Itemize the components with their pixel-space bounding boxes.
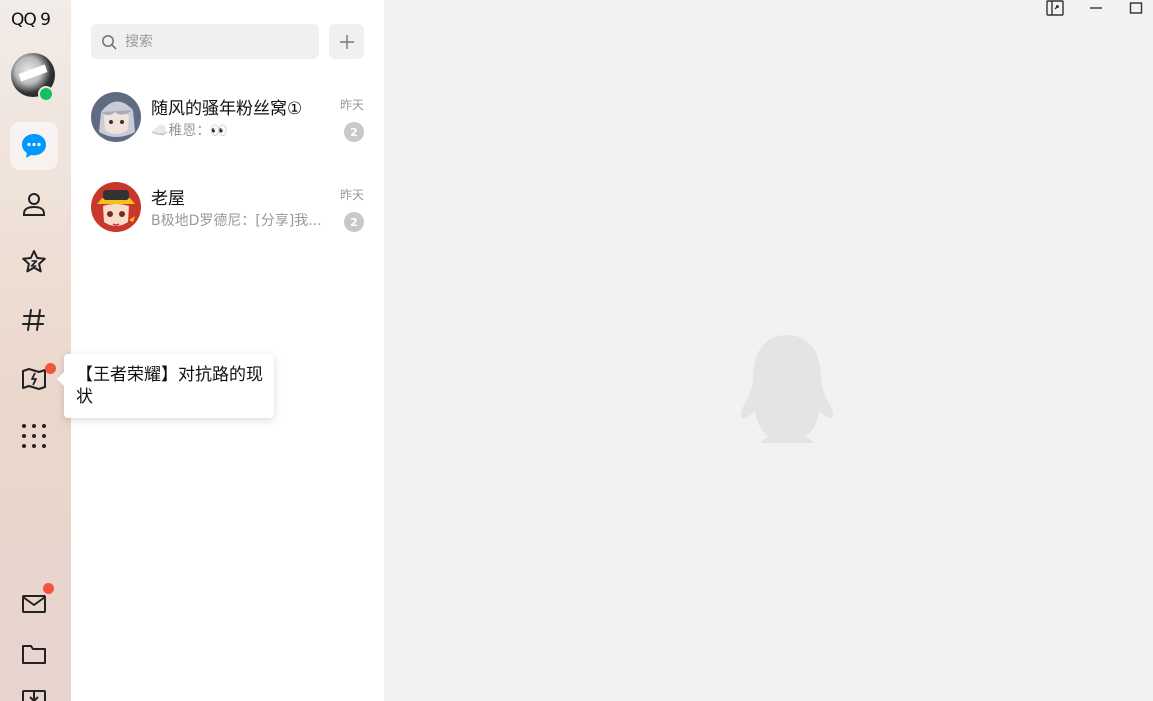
nav-rail: QQ 9 (0, 0, 71, 701)
conversation-last-message: B极地D罗德尼：[分享]我... (151, 213, 322, 229)
nav-messages-button[interactable] (10, 122, 58, 170)
search-input[interactable] (123, 32, 307, 51)
online-status-dot (38, 86, 54, 102)
plus-icon (339, 34, 354, 49)
conversation-item[interactable]: 随风的骚年粉丝窝① 昨天 ☁️稚恩：👀 2 (71, 80, 384, 170)
person-icon (23, 193, 45, 216)
conversation-name: 随风的骚年粉丝窝① (151, 99, 303, 119)
add-button[interactable] (329, 24, 364, 59)
chat-bubble-icon (22, 134, 46, 158)
conversation-item[interactable]: 老屋 昨天 B极地D罗德尼：[分享]我... 2 (71, 170, 384, 260)
nav-channels-button[interactable] (10, 296, 58, 344)
mail-notify-dot (43, 583, 54, 594)
maximize-icon (1129, 2, 1143, 14)
folder-icon (22, 645, 46, 664)
conversation-list-panel: 随风的骚年粉丝窝① 昨天 ☁️稚恩：👀 2 老屋 昨天 B极地D罗德尼：[分享]… (71, 0, 384, 701)
star-icon (22, 250, 46, 273)
conversation-name: 老屋 (151, 189, 185, 209)
nav-games-button[interactable] (10, 354, 58, 402)
games-notify-dot (45, 363, 56, 374)
pin-window-button[interactable] (1044, 0, 1066, 16)
conversation-time: 昨天 (339, 98, 364, 112)
maximize-button[interactable] (1125, 0, 1147, 16)
game-map-icon (22, 368, 46, 390)
search-box[interactable] (91, 24, 319, 59)
penguin-watermark-icon (740, 335, 834, 443)
games-tooltip: 【王者荣耀】对抗路的现状 (57, 354, 274, 418)
minimize-icon (1090, 7, 1102, 9)
nav-apps-button[interactable] (10, 412, 58, 460)
hashtag-icon (22, 309, 45, 331)
grid-icon (22, 424, 46, 448)
group-avatar (91, 92, 141, 142)
chat-empty-pane (384, 0, 1153, 701)
conversation-time: 昨天 (339, 188, 364, 202)
conversation-last-message: ☁️稚恩：👀 (151, 123, 228, 139)
nav-folder-button[interactable] (10, 630, 58, 678)
download-icon (22, 690, 46, 701)
tooltip-text: 【王者荣耀】对抗路的现状 (76, 365, 263, 407)
nav-more-button[interactable] (10, 680, 58, 701)
group-avatar (91, 182, 141, 232)
nav-contacts-button[interactable] (10, 180, 58, 228)
app-logo: QQ 9 (11, 10, 51, 30)
unread-badge: 2 (344, 212, 364, 232)
mail-icon (22, 595, 46, 613)
unread-badge: 2 (344, 122, 364, 142)
nav-favorites-button[interactable] (10, 238, 58, 286)
pin-window-icon (1046, 0, 1064, 16)
minimize-button[interactable] (1085, 0, 1107, 16)
search-icon (102, 34, 117, 49)
